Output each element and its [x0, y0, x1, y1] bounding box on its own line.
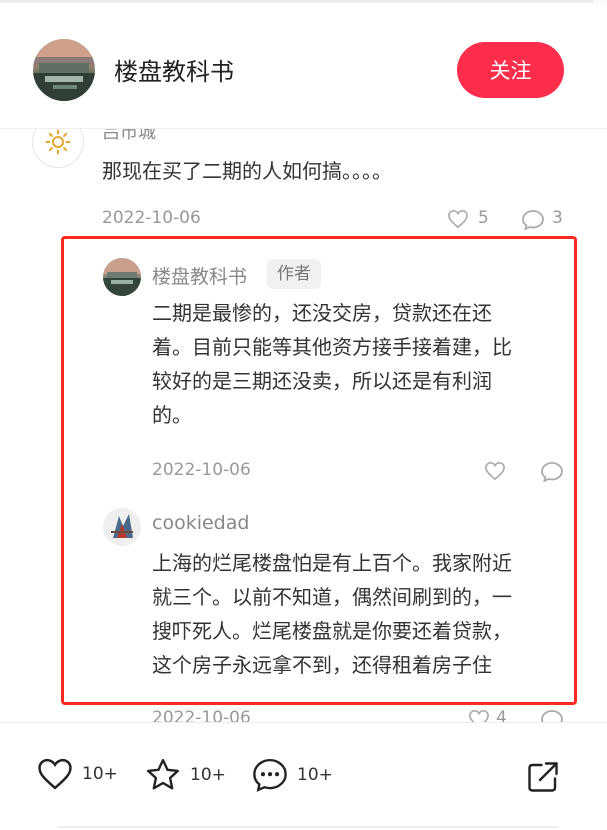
comment-dots-icon: [253, 758, 287, 792]
page-title: 楼盘教科书: [114, 58, 234, 86]
collect-count: 10+: [190, 765, 226, 785]
heart-icon[interactable]: [447, 209, 469, 229]
star-icon: [146, 758, 180, 790]
share-icon: [528, 762, 558, 792]
profile-avatar[interactable]: [33, 39, 95, 101]
heart-icon: [38, 758, 72, 790]
top-divider: [0, 0, 607, 3]
comment-date: 2022-10-06: [102, 208, 201, 228]
highlight-box: [61, 236, 577, 705]
comment-text: 那现在买了二期的人如何搞。。。。: [102, 159, 392, 183]
comment-reply-count: 3: [552, 208, 563, 228]
avatar-image: [33, 39, 95, 101]
header: 楼盘教科书 关注: [0, 4, 607, 129]
screen: 吕市城 那现在买了二期的人如何搞。。。。 2022-10-06 5 3 楼盘教科…: [0, 0, 607, 830]
like-count: 10+: [82, 764, 118, 784]
collect-button[interactable]: 10+: [144, 757, 226, 793]
sun-icon: [45, 129, 71, 155]
bottom-action-bar: 10+ 10+ 10+: [0, 722, 607, 830]
comment-count: 10+: [297, 765, 333, 785]
comment-like-count: 5: [478, 208, 489, 228]
comment-button[interactable]: 10+: [251, 757, 333, 793]
share-button[interactable]: [525, 759, 561, 799]
follow-button[interactable]: 关注: [457, 42, 564, 98]
comment-bubble-icon[interactable]: [521, 209, 545, 231]
home-indicator: [58, 826, 558, 828]
like-button[interactable]: 10+: [36, 757, 118, 791]
